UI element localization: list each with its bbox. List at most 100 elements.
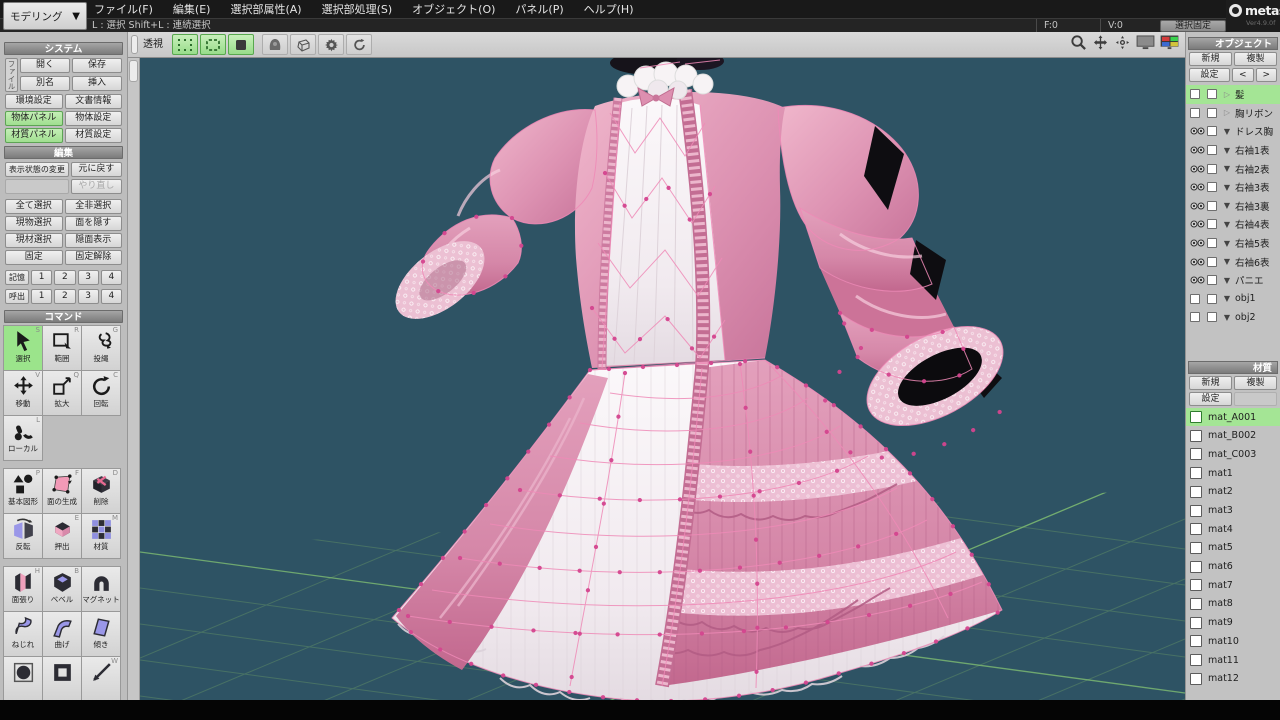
zoom-icon[interactable]: [1070, 34, 1087, 51]
mode-dropdown[interactable]: モデリング ▼: [3, 2, 87, 30]
expand-toggle[interactable]: ▼: [1221, 313, 1233, 322]
select-current-object-button[interactable]: 現物選択: [5, 216, 63, 231]
system-section-header[interactable]: システム: [4, 42, 123, 55]
object-row[interactable]: ▼ 右袖4表: [1186, 215, 1280, 234]
expand-toggle[interactable]: ▼: [1221, 146, 1233, 155]
memory-slot-button[interactable]: 3: [77, 270, 99, 285]
material-row[interactable]: mat5: [1186, 539, 1280, 558]
memory-slot-button[interactable]: 2: [54, 270, 76, 285]
object-new-button[interactable]: 新規: [1189, 52, 1232, 66]
material-row[interactable]: mat2: [1186, 482, 1280, 501]
recall-label-button[interactable]: 呼出: [5, 289, 29, 304]
material-row[interactable]: mat4: [1186, 520, 1280, 539]
command-tool[interactable]: D 削除: [81, 468, 121, 514]
material-checkbox[interactable]: [1190, 429, 1202, 442]
object-prev-button[interactable]: <: [1232, 68, 1254, 82]
expand-toggle[interactable]: ▼: [1221, 127, 1233, 136]
show-edges-button[interactable]: [200, 34, 226, 55]
quad-view-icon[interactable]: [1160, 35, 1179, 50]
insert-button[interactable]: 挿入: [72, 76, 122, 91]
object-row[interactable]: ▼ 右袖5表: [1186, 234, 1280, 253]
lock-checkbox[interactable]: [1207, 145, 1217, 156]
pan-icon[interactable]: [1092, 34, 1109, 51]
object-row[interactable]: ▼ パニエ: [1186, 271, 1280, 290]
material-row[interactable]: mat6: [1186, 557, 1280, 576]
command-tool[interactable]: マグネット: [81, 566, 121, 612]
lock-checkbox[interactable]: [1207, 126, 1217, 137]
object-settings-button[interactable]: 設定: [1189, 68, 1230, 82]
select-all-button[interactable]: 全て選択: [5, 199, 63, 214]
command-tool[interactable]: S 選択: [3, 325, 43, 371]
material-row[interactable]: mat10: [1186, 632, 1280, 651]
lock-checkbox[interactable]: [1207, 182, 1217, 193]
object-panel-button[interactable]: 物体パネル: [5, 111, 63, 126]
viewport-canvas[interactable]: [140, 51, 1185, 705]
visibility-eye-icon[interactable]: [1190, 239, 1205, 247]
material-checkbox[interactable]: [1190, 467, 1202, 480]
wireframe-cube-button[interactable]: [290, 34, 316, 55]
material-checkbox[interactable]: [1190, 597, 1202, 610]
undo-button[interactable]: 元に戻す: [70, 162, 122, 177]
lock-checkbox[interactable]: [1207, 312, 1217, 323]
menu-item[interactable]: 編集(E): [173, 1, 211, 17]
lock-checkbox[interactable]: [1207, 107, 1217, 118]
command-tool[interactable]: [3, 656, 43, 700]
expand-toggle[interactable]: ▼: [1221, 239, 1233, 248]
command-tool[interactable]: R 範囲: [42, 325, 82, 371]
material-panel-button[interactable]: 材質パネル: [5, 128, 63, 143]
material-row[interactable]: mat12: [1186, 669, 1280, 688]
visibility-eye-icon[interactable]: [1190, 165, 1205, 173]
expand-toggle[interactable]: ▼: [1221, 220, 1233, 229]
viewport-3d[interactable]: [140, 51, 1185, 705]
selection-lock-button[interactable]: 選択固定: [1160, 20, 1226, 32]
visibility-eye-icon[interactable]: [1190, 258, 1205, 266]
display-state-button[interactable]: 表示状態の変更: [5, 162, 69, 177]
material-duplicate-button[interactable]: 複製: [1234, 375, 1277, 390]
material-row[interactable]: mat7: [1186, 576, 1280, 595]
material-row[interactable]: mat1: [1186, 464, 1280, 483]
expand-toggle[interactable]: ▼: [1221, 276, 1233, 285]
command-tool[interactable]: W: [81, 656, 121, 700]
show-hidden-button[interactable]: 隠面表示: [64, 233, 122, 248]
expand-toggle[interactable]: ▼: [1221, 164, 1233, 173]
menu-item[interactable]: ヘルプ(H): [584, 1, 634, 17]
save-as-button[interactable]: 別名: [20, 76, 70, 91]
material-row[interactable]: mat_A001: [1186, 407, 1280, 427]
memory-slot-button[interactable]: 1: [31, 270, 53, 285]
object-row[interactable]: ▼ obj2: [1186, 308, 1280, 327]
memory-label-button[interactable]: 記憶: [5, 270, 29, 285]
material-section-header[interactable]: 材質: [1188, 360, 1278, 374]
command-tool[interactable]: F 面の生成: [42, 468, 82, 514]
material-checkbox[interactable]: [1190, 448, 1202, 461]
visibility-eye-icon[interactable]: [1190, 146, 1205, 154]
left-scrollbar[interactable]: [128, 58, 140, 700]
memory-slot-button[interactable]: 4: [100, 270, 122, 285]
lock-checkbox[interactable]: [1207, 293, 1217, 304]
show-vertices-button[interactable]: [172, 34, 198, 55]
command-tool[interactable]: 曲げ: [42, 611, 82, 657]
open-button[interactable]: 開く: [20, 58, 70, 73]
lock-checkbox[interactable]: [1207, 238, 1217, 249]
material-checkbox[interactable]: [1190, 485, 1202, 498]
expand-toggle[interactable]: ▷: [1221, 90, 1233, 99]
view-settings-button[interactable]: [318, 34, 344, 55]
env-settings-button[interactable]: 環境設定: [5, 94, 63, 109]
visibility-checkbox[interactable]: [1190, 293, 1200, 304]
expand-toggle[interactable]: ▼: [1221, 183, 1233, 192]
material-new-button[interactable]: 新規: [1189, 375, 1232, 390]
recall-slot-button[interactable]: 2: [54, 289, 76, 304]
perspective-label[interactable]: 透視: [143, 32, 163, 57]
object-row[interactable]: ▼ 右袖3裏: [1186, 197, 1280, 216]
object-row[interactable]: ▷ 髪: [1186, 85, 1280, 104]
object-section-header[interactable]: オブジェクト: [1188, 37, 1278, 50]
material-checkbox[interactable]: [1190, 504, 1202, 517]
expand-toggle[interactable]: ▼: [1221, 294, 1233, 303]
visibility-checkbox[interactable]: [1190, 107, 1200, 118]
object-next-button[interactable]: >: [1255, 68, 1277, 82]
fix-button[interactable]: 固定: [5, 250, 63, 265]
command-tool[interactable]: 傾き: [81, 611, 121, 657]
orbit-icon[interactable]: [1114, 34, 1131, 51]
lock-checkbox[interactable]: [1207, 275, 1217, 286]
recall-slot-button[interactable]: 1: [31, 289, 53, 304]
material-settings-button[interactable]: 材質設定: [64, 128, 122, 143]
